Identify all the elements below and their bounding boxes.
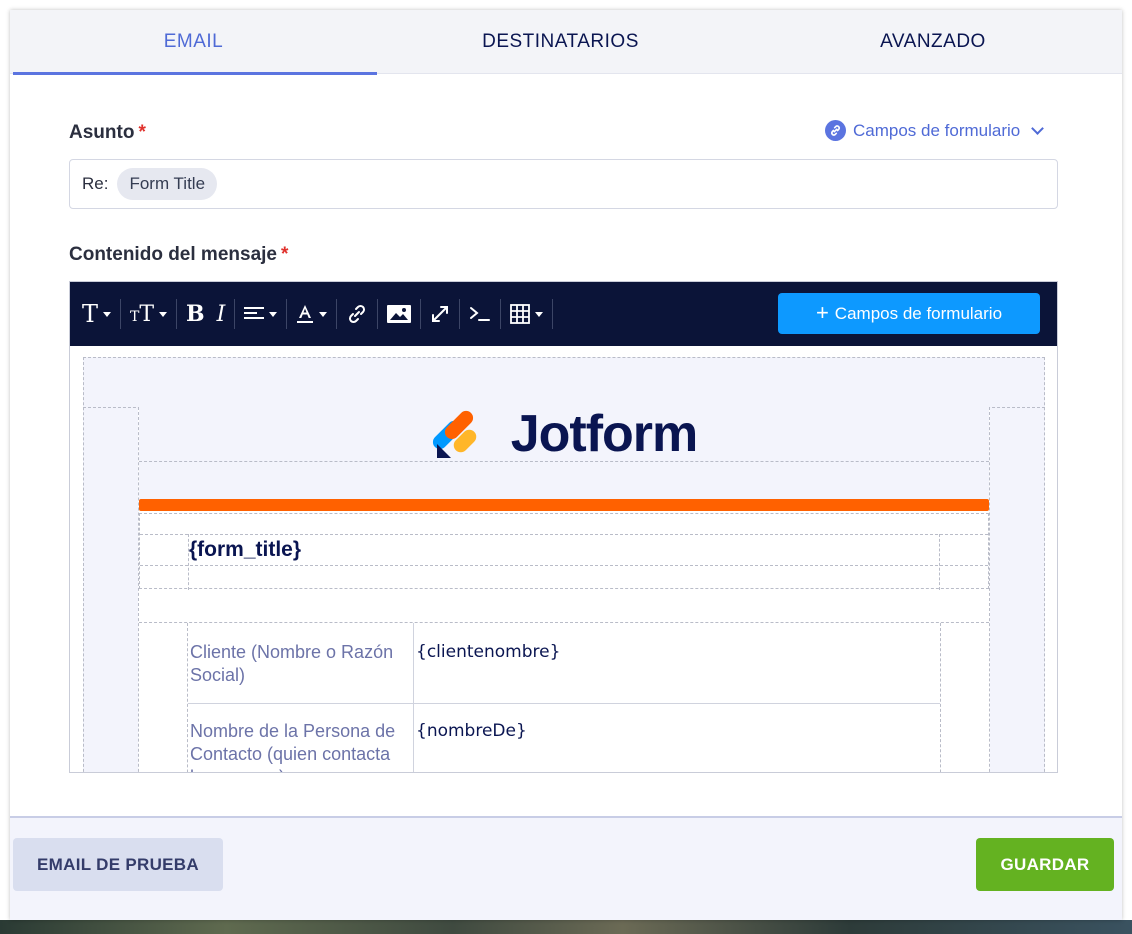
field-label: Nombre de la Persona de Contacto (quien … bbox=[190, 721, 396, 772]
required-mark: * bbox=[280, 244, 289, 265]
email-content-table: Jotform {form_title} Cliente (Nombre o R… bbox=[138, 407, 990, 772]
table-divider bbox=[140, 534, 988, 535]
test-email-button[interactable]: EMAIL DE PRUEBA bbox=[13, 838, 223, 891]
align-icon bbox=[244, 307, 265, 319]
table-divider bbox=[939, 534, 940, 590]
toolbar-separator bbox=[286, 299, 288, 329]
caret-down-icon bbox=[269, 311, 278, 317]
caret-down-icon bbox=[319, 311, 328, 317]
tab-avanzado[interactable]: AVANZADO bbox=[744, 10, 1122, 74]
link-icon bbox=[349, 304, 366, 324]
italic-icon: I bbox=[216, 301, 226, 327]
subject-label: Asunto * bbox=[69, 122, 146, 144]
backdrop-right bbox=[1122, 0, 1132, 934]
subject-prefix: Re: bbox=[82, 174, 109, 193]
tab-destinatarios[interactable]: DESTINATARIOS bbox=[377, 10, 744, 74]
text-color-icon bbox=[297, 305, 314, 323]
link-button[interactable] bbox=[340, 282, 374, 346]
text-color-button[interactable] bbox=[290, 282, 333, 346]
caret-down-icon bbox=[159, 311, 168, 317]
content-label: Contenido del mensaje * bbox=[69, 244, 288, 266]
rich-text-editor: T TT B I + Campos de formulario Jotform … bbox=[69, 281, 1058, 773]
editor-canvas[interactable]: Jotform {form_title} Cliente (Nombre o R… bbox=[70, 346, 1057, 772]
fullscreen-button[interactable] bbox=[424, 282, 456, 346]
table-divider bbox=[188, 703, 940, 704]
bold-button[interactable]: B bbox=[180, 282, 211, 346]
jotform-wordmark: Jotform bbox=[510, 407, 699, 462]
table-icon bbox=[510, 304, 531, 324]
field-value: {clientenombre} bbox=[416, 642, 561, 662]
toolbar-separator bbox=[120, 299, 122, 329]
brand-orange-bar bbox=[139, 499, 989, 511]
toolbar-separator bbox=[234, 299, 236, 329]
title-table: {form_title} bbox=[139, 513, 989, 590]
code-button[interactable] bbox=[463, 282, 497, 346]
fields-table: Cliente (Nombre o Razón Social) {cliente… bbox=[187, 623, 941, 772]
save-button[interactable]: GUARDAR bbox=[976, 838, 1114, 891]
toolbar-separator bbox=[336, 299, 338, 329]
subject-label-text: Asunto bbox=[69, 122, 135, 143]
content-label-text: Contenido del mensaje bbox=[69, 244, 277, 265]
toolbar-separator bbox=[420, 299, 422, 329]
code-icon bbox=[470, 307, 491, 321]
image-button[interactable] bbox=[381, 282, 417, 346]
toolbar-separator bbox=[176, 299, 178, 329]
spacer-cell bbox=[139, 589, 989, 623]
form-title-placeholder: {form_title} bbox=[189, 538, 302, 561]
text-format-button[interactable]: T bbox=[76, 282, 117, 346]
table-divider bbox=[413, 623, 414, 772]
logo-cell: Jotform bbox=[139, 407, 989, 462]
toolbar-separator bbox=[500, 299, 502, 329]
editor-toolbar: T TT B I + Campos de formulario bbox=[70, 282, 1057, 346]
form-fields-dropdown[interactable]: Campos de formulario bbox=[825, 120, 1045, 141]
add-form-fields-label: Campos de formulario bbox=[834, 303, 1003, 323]
toolbar-separator bbox=[377, 299, 379, 329]
toolbar-separator bbox=[552, 299, 554, 329]
email-settings-dialog: EMAIL DESTINATARIOS AVANZADO Asunto * Cam… bbox=[10, 10, 1122, 920]
form-title-tag[interactable]: Form Title bbox=[117, 168, 218, 200]
font-size-button[interactable]: TT bbox=[124, 282, 173, 346]
link-icon bbox=[825, 120, 846, 141]
bold-icon: B bbox=[186, 301, 205, 327]
spacer-cell bbox=[139, 462, 989, 499]
backdrop-image bbox=[0, 920, 1132, 934]
subject-input[interactable]: Re: Form Title bbox=[69, 159, 1058, 209]
chevron-down-icon bbox=[1031, 122, 1045, 135]
fullscreen-icon bbox=[432, 306, 449, 322]
caret-down-icon bbox=[535, 311, 544, 317]
required-mark: * bbox=[138, 122, 146, 143]
jotform-logo-icon bbox=[432, 410, 476, 458]
form-fields-dropdown-label: Campos de formulario bbox=[853, 120, 1021, 140]
plus-icon: + bbox=[815, 299, 829, 325]
dialog-footer: EMAIL DE PRUEBA GUARDAR bbox=[10, 816, 1122, 920]
field-label: Cliente (Nombre o Razón Social) bbox=[190, 642, 394, 685]
add-form-fields-button[interactable]: + Campos de formulario bbox=[778, 293, 1040, 334]
table-button[interactable] bbox=[504, 282, 549, 346]
toolbar-separator bbox=[459, 299, 461, 329]
caret-down-icon bbox=[103, 311, 112, 317]
backdrop bbox=[0, 0, 1132, 10]
text-format-icon: T bbox=[82, 300, 99, 328]
backdrop-left bbox=[0, 0, 10, 934]
field-value: {nombreDe} bbox=[416, 721, 527, 741]
font-size-icon: TT bbox=[130, 301, 155, 327]
tab-bar: EMAIL DESTINATARIOS AVANZADO bbox=[10, 10, 1122, 75]
image-icon bbox=[387, 305, 412, 323]
align-button[interactable] bbox=[238, 282, 283, 346]
tab-email[interactable]: EMAIL bbox=[10, 10, 377, 75]
table-divider bbox=[140, 565, 988, 566]
italic-button[interactable]: I bbox=[211, 282, 232, 346]
